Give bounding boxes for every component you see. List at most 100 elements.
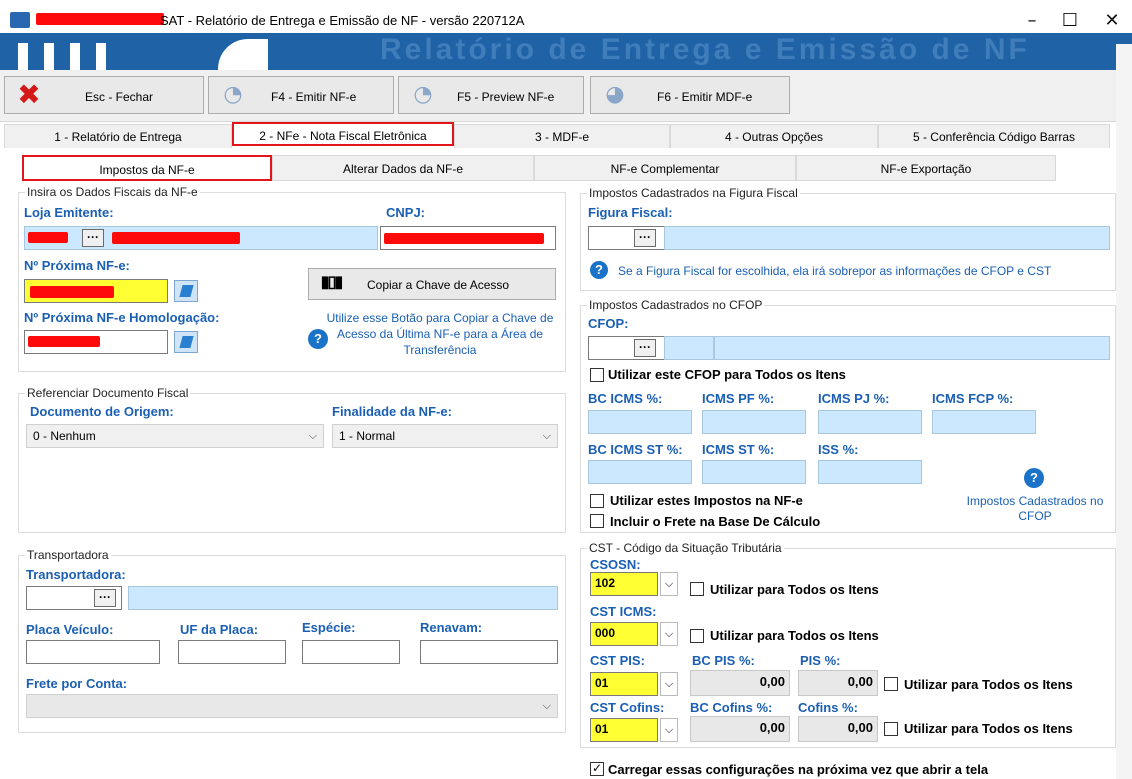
cst-pis-label: CST PIS:	[590, 653, 645, 668]
cst-icms-label: CST ICMS:	[590, 604, 657, 619]
icms-fcp-label: ICMS FCP %:	[932, 391, 1014, 406]
bc-cofins-value: 0,00	[759, 720, 785, 735]
app-icon	[10, 12, 30, 28]
especie-field[interactable]	[302, 640, 400, 664]
chevron-down-icon[interactable]: ⌵	[660, 572, 678, 596]
use-taxes-checkbox[interactable]	[590, 494, 604, 508]
figura-label: Figura Fiscal:	[588, 205, 673, 220]
origem-select[interactable]: 0 - Nenhum ⌵	[26, 424, 324, 448]
close-button[interactable]: ✖ Esc - Fechar	[4, 76, 204, 114]
redaction	[112, 232, 240, 244]
tab-relatorio-entrega[interactable]: 1 - Relatório de Entrega	[4, 124, 232, 148]
group-title: Impostos Cadastrados na Figura Fiscal	[587, 186, 800, 200]
figura-search-button[interactable]: ···	[634, 229, 656, 247]
cfop-all-items-checkbox[interactable]	[590, 368, 604, 382]
include-freight-label: Incluir o Frete na Base De Cálculo	[610, 514, 821, 529]
tab-mdfe[interactable]: 3 - MDF-e	[454, 124, 670, 148]
vertical-scrollbar[interactable]	[1116, 44, 1132, 779]
cst-cofins-field[interactable]: 01	[590, 718, 658, 742]
iss-label: ISS %:	[818, 442, 859, 457]
finalidade-value: 1 - Normal	[339, 429, 396, 443]
logo-part	[218, 39, 268, 70]
maximize-button[interactable]: ☐	[1050, 8, 1090, 34]
icms-pf-field[interactable]	[702, 410, 806, 434]
window-title: SAT - Relatório de Entrega e Emissão de …	[160, 13, 525, 28]
proxima-homolog-label: Nº Próxima NF-e Homologação:	[24, 310, 220, 325]
load-config-checkbox[interactable]: ✓	[590, 762, 604, 776]
proxima-nfe-label: Nº Próxima NF-e:	[24, 258, 130, 273]
chevron-down-icon[interactable]: ⌵	[660, 672, 678, 696]
bc-icms-st-label: BC ICMS ST %:	[588, 442, 683, 457]
transportadora-label: Transportadora:	[26, 567, 126, 582]
globe-icon: ◔	[413, 82, 433, 107]
figura-help: Se a Figura Fiscal for escolhida, ela ir…	[618, 264, 1052, 278]
edit-icon[interactable]	[174, 331, 198, 353]
banner-title: Relatório de Entrega e Emissão de NF	[380, 33, 1030, 66]
minimize-button[interactable]: –	[1012, 8, 1052, 34]
loja-search-button[interactable]: ···	[82, 229, 104, 247]
subtab-complementar[interactable]: NF-e Complementar	[534, 155, 796, 181]
bc-icms-st-field[interactable]	[588, 460, 692, 484]
toolbar: ✖ Esc - Fechar ◔ F4 - Emitir NF-e ◔ F5 -…	[0, 70, 1132, 122]
pis-all-items-checkbox[interactable]	[884, 677, 898, 691]
group-title: Referenciar Documento Fiscal	[25, 386, 191, 400]
emit-mdfe-button[interactable]: ◕ F6 - Emitir MDF-e	[590, 76, 790, 114]
icms-fcp-field[interactable]	[932, 410, 1036, 434]
subtab-alterar-dados[interactable]: Alterar Dados da NF-e	[272, 155, 534, 181]
subtab-impostos[interactable]: Impostos da NF-e	[22, 155, 272, 181]
placa-label: Placa Veículo:	[26, 622, 114, 637]
csosn-field[interactable]: 102	[590, 572, 658, 596]
chevron-down-icon[interactable]: ⌵	[660, 718, 678, 742]
chevron-down-icon: ⌵	[542, 429, 551, 442]
preview-nfe-button[interactable]: ◔ F5 - Preview NF-e	[398, 76, 584, 114]
renavam-field[interactable]	[420, 640, 558, 664]
emit-nfe-button[interactable]: ◔ F4 - Emitir NF-e	[208, 76, 394, 114]
cst-icms-field[interactable]: 000	[590, 622, 658, 646]
cst-pis-field[interactable]: 01	[590, 672, 658, 696]
bc-icms-field[interactable]	[588, 410, 692, 434]
icms-pj-field[interactable]	[818, 410, 922, 434]
placa-field[interactable]	[26, 640, 160, 664]
redaction	[36, 13, 164, 25]
include-freight-checkbox[interactable]	[590, 514, 604, 528]
info-icon: ?	[590, 261, 608, 279]
cfop-name-field[interactable]	[714, 336, 1110, 360]
iss-field[interactable]	[818, 460, 922, 484]
frete-label: Frete por Conta:	[26, 676, 128, 691]
bc-cofins-field[interactable]: 0,00	[690, 716, 790, 742]
redaction	[30, 286, 114, 298]
bc-pis-field[interactable]: 0,00	[690, 670, 790, 696]
logo-part	[96, 43, 106, 70]
logo-part	[18, 43, 28, 70]
finalidade-select[interactable]: 1 - Normal ⌵	[332, 424, 558, 448]
chevron-down-icon[interactable]: ⌵	[660, 622, 678, 646]
edit-icon[interactable]	[174, 280, 198, 302]
cfop-number-field[interactable]	[664, 336, 714, 360]
cofins-all-items-checkbox[interactable]	[884, 722, 898, 736]
especie-label: Espécie:	[302, 620, 356, 635]
close-window-button[interactable]: ✕	[1092, 8, 1132, 34]
copy-key-button[interactable]: ▮▯▮ Copiar a Chave de Acesso	[308, 268, 556, 300]
info-icon[interactable]: ?	[1024, 468, 1044, 488]
icms-st-field[interactable]	[702, 460, 806, 484]
cst-cofins-value: 01	[595, 722, 609, 736]
transportadora-name-field[interactable]	[128, 586, 558, 610]
transportadora-search-button[interactable]: ···	[94, 589, 116, 607]
bc-pis-value: 0,00	[759, 674, 785, 689]
subtab-exportacao[interactable]: NF-e Exportação	[796, 155, 1056, 181]
uf-field[interactable]	[178, 640, 286, 664]
bc-pis-label: BC PIS %:	[692, 653, 755, 668]
cst-icms-all-items-checkbox[interactable]	[690, 629, 704, 643]
csosn-all-items-checkbox[interactable]	[690, 582, 704, 596]
figura-name-field[interactable]	[664, 226, 1110, 250]
tab-nfe[interactable]: 2 - NFe - Nota Fiscal Eletrônica	[232, 122, 454, 146]
tab-conferencia[interactable]: 5 - Conferência Código Barras	[878, 124, 1110, 148]
cfop-label: CFOP:	[588, 316, 629, 331]
cofins-field[interactable]: 0,00	[798, 716, 878, 742]
icms-pj-label: ICMS PJ %:	[818, 391, 890, 406]
csosn-label: CSOSN:	[590, 557, 641, 572]
tab-outras-opcoes[interactable]: 4 - Outras Opções	[670, 124, 878, 148]
cfop-search-button[interactable]: ···	[634, 339, 656, 357]
pis-field[interactable]: 0,00	[798, 670, 878, 696]
frete-select[interactable]: ⌵	[26, 694, 558, 718]
